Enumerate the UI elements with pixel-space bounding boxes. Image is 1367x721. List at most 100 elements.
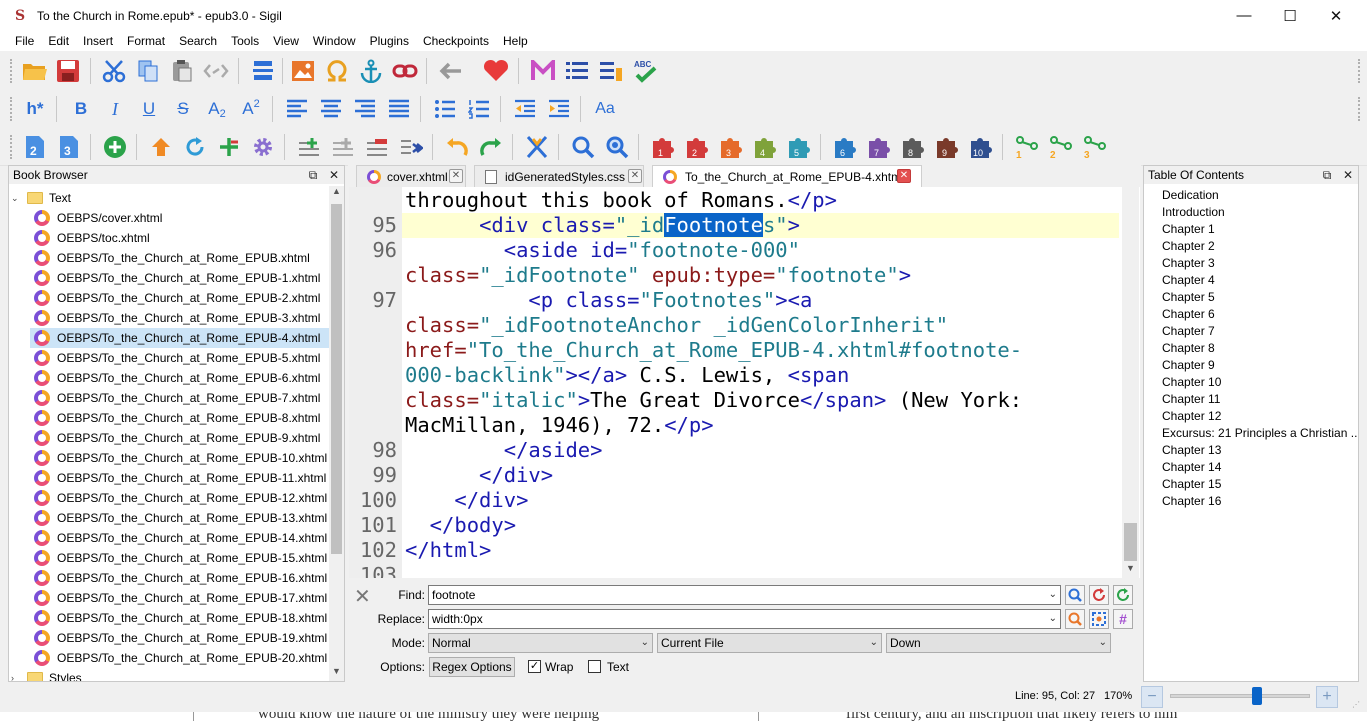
outdent-icon[interactable] — [510, 94, 540, 124]
heading-button[interactable]: h* — [20, 94, 50, 124]
zoom-slider-thumb[interactable] — [1251, 687, 1262, 705]
book-file-item[interactable]: OEBPS/To_the_Church_at_Rome_EPUB-15.xhtm… — [30, 548, 329, 568]
count-icon[interactable] — [1089, 585, 1109, 605]
remove-tag-icon[interactable] — [362, 132, 392, 162]
scroll-thumb[interactable] — [1124, 523, 1137, 561]
toc-item[interactable]: Chapter 6 — [1162, 306, 1215, 323]
book-file-item[interactable]: OEBPS/To_the_Church_at_Rome_EPUB.xhtml — [30, 248, 329, 268]
book-file-item[interactable]: OEBPS/To_the_Church_at_Rome_EPUB-10.xhtm… — [30, 448, 329, 468]
move-up-icon[interactable] — [146, 132, 176, 162]
indent-icon[interactable] — [544, 94, 574, 124]
toolbar-grip[interactable] — [10, 97, 14, 121]
heart-icon[interactable] — [481, 56, 511, 86]
undo-icon[interactable] — [442, 132, 472, 162]
replace-input[interactable]: width:0px ⌄ — [428, 609, 1061, 629]
book-file-item[interactable]: OEBPS/To_the_Church_at_Rome_EPUB-6.xhtml — [30, 368, 329, 388]
toc-item[interactable]: Chapter 7 — [1162, 323, 1215, 340]
chevron-right-icon[interactable]: › — [11, 673, 23, 681]
align-center-icon[interactable] — [316, 94, 346, 124]
save-icon[interactable] — [53, 56, 83, 86]
zoom-out-button[interactable]: − — [1141, 686, 1163, 708]
hash-icon[interactable]: # — [1113, 609, 1133, 629]
toc-icon[interactable] — [562, 56, 592, 86]
menu-plugins[interactable]: Plugins — [363, 31, 416, 51]
align-left-icon[interactable] — [282, 94, 312, 124]
toc-item[interactable]: Chapter 1 — [1162, 221, 1215, 238]
toc-item[interactable]: Dedication — [1162, 187, 1219, 204]
chevron-down-icon[interactable]: ⌄ — [1049, 586, 1057, 604]
merge-icon[interactable] — [396, 132, 426, 162]
text-checkbox[interactable] — [588, 660, 601, 673]
superscript-button[interactable]: A2 — [236, 94, 266, 124]
find-next-icon[interactable] — [1065, 585, 1085, 605]
split-icon[interactable] — [248, 56, 278, 86]
book-file-item[interactable]: OEBPS/To_the_Church_at_Rome_EPUB-1.xhtml — [30, 268, 329, 288]
scroll-thumb[interactable] — [331, 204, 342, 554]
book-file-item[interactable]: OEBPS/cover.xhtml — [30, 208, 329, 228]
anchor-icon[interactable] — [356, 56, 386, 86]
tag-3-icon[interactable]: 3 — [54, 132, 84, 162]
menu-format[interactable]: Format — [120, 31, 172, 51]
toc-item[interactable]: Chapter 9 — [1162, 357, 1215, 374]
book-file-item[interactable]: OEBPS/toc.xhtml — [30, 228, 329, 248]
toc-item[interactable]: Chapter 11 — [1162, 391, 1220, 408]
maximize-button[interactable]: ☐ — [1267, 0, 1313, 31]
book-file-item[interactable]: OEBPS/To_the_Church_at_Rome_EPUB-7.xhtml — [30, 388, 329, 408]
chevron-down-icon[interactable]: ⌄ — [1099, 634, 1107, 652]
toc-item[interactable]: Chapter 10 — [1162, 374, 1221, 391]
chevron-down-icon[interactable]: ⌄ — [1049, 610, 1057, 628]
bullet-list-icon[interactable] — [430, 94, 460, 124]
close-find-icon[interactable]: ✕ — [354, 584, 371, 609]
numbered-list-icon[interactable] — [464, 94, 494, 124]
strikethrough-button[interactable]: S — [168, 94, 198, 124]
find-input[interactable]: footnote ⌄ — [428, 585, 1061, 605]
close-tab-icon[interactable]: ✕ — [897, 169, 911, 183]
insert-image-icon[interactable] — [288, 56, 318, 86]
cut-icon[interactable] — [99, 56, 129, 86]
toc-item[interactable]: Chapter 13 — [1162, 442, 1221, 459]
toolbar-grip[interactable] — [10, 135, 14, 159]
tag-2-icon[interactable]: 2 — [20, 132, 50, 162]
tree-1-icon[interactable]: 1 — [1012, 132, 1042, 162]
tab-epub-4[interactable]: To_the_Church_at_Rome_EPUB-4.xhtml ✕ — [652, 165, 922, 188]
mode-select[interactable]: Normal ⌄ — [428, 633, 653, 653]
toc-item[interactable]: Excursus: 21 Principles a Christian ... — [1162, 425, 1358, 442]
underline-button[interactable]: U — [134, 94, 164, 124]
menu-search[interactable]: Search — [172, 31, 224, 51]
menu-tools[interactable]: Tools — [224, 31, 266, 51]
folder-styles[interactable]: › Styles — [11, 668, 82, 681]
scroll-down-icon[interactable]: ▼ — [329, 666, 344, 681]
toc-item[interactable]: Chapter 4 — [1162, 272, 1215, 289]
clip-5-icon[interactable]: 5 — [784, 132, 814, 162]
wrap-checkbox[interactable]: ✓ — [528, 660, 541, 673]
metadata-icon[interactable] — [528, 56, 558, 86]
copy-icon[interactable] — [133, 56, 163, 86]
book-file-item[interactable]: OEBPS/To_the_Church_at_Rome_EPUB-19.xhtm… — [30, 628, 329, 648]
resize-grip-icon[interactable]: ⋰ — [1352, 700, 1362, 710]
justify-icon[interactable] — [384, 94, 414, 124]
redo-icon[interactable] — [476, 132, 506, 162]
scroll-down-icon[interactable]: ▼ — [1122, 563, 1139, 578]
close-panel-icon[interactable]: ✕ — [1341, 167, 1355, 183]
menu-checkpoints[interactable]: Checkpoints — [416, 31, 496, 51]
float-panel-icon[interactable]: ⧉ — [1320, 167, 1334, 183]
toolbar-grip[interactable] — [10, 59, 14, 83]
search-icon[interactable] — [568, 132, 598, 162]
clip-1-icon[interactable]: 1 — [648, 132, 678, 162]
clear-formatting-icon[interactable] — [522, 132, 552, 162]
toc-item[interactable]: Chapter 12 — [1162, 408, 1221, 425]
chevron-down-icon[interactable]: ⌄ — [641, 634, 649, 652]
subscript-button[interactable]: A2 — [202, 94, 232, 124]
menu-view[interactable]: View — [266, 31, 306, 51]
book-file-item[interactable]: OEBPS/To_the_Church_at_Rome_EPUB-16.xhtm… — [30, 568, 329, 588]
menu-insert[interactable]: Insert — [76, 31, 120, 51]
bold-button[interactable]: B — [66, 94, 96, 124]
scope-select[interactable]: Current File ⌄ — [657, 633, 882, 653]
toc-item[interactable]: Chapter 2 — [1162, 238, 1215, 255]
book-file-item[interactable]: OEBPS/To_the_Church_at_Rome_EPUB-20.xhtm… — [30, 648, 329, 668]
toc-item[interactable]: Chapter 16 — [1162, 493, 1221, 510]
chevron-down-icon[interactable]: ⌄ — [11, 193, 23, 204]
toc-item[interactable]: Chapter 5 — [1162, 289, 1215, 306]
paste-icon[interactable] — [167, 56, 197, 86]
clip-7-icon[interactable]: 7 — [864, 132, 894, 162]
